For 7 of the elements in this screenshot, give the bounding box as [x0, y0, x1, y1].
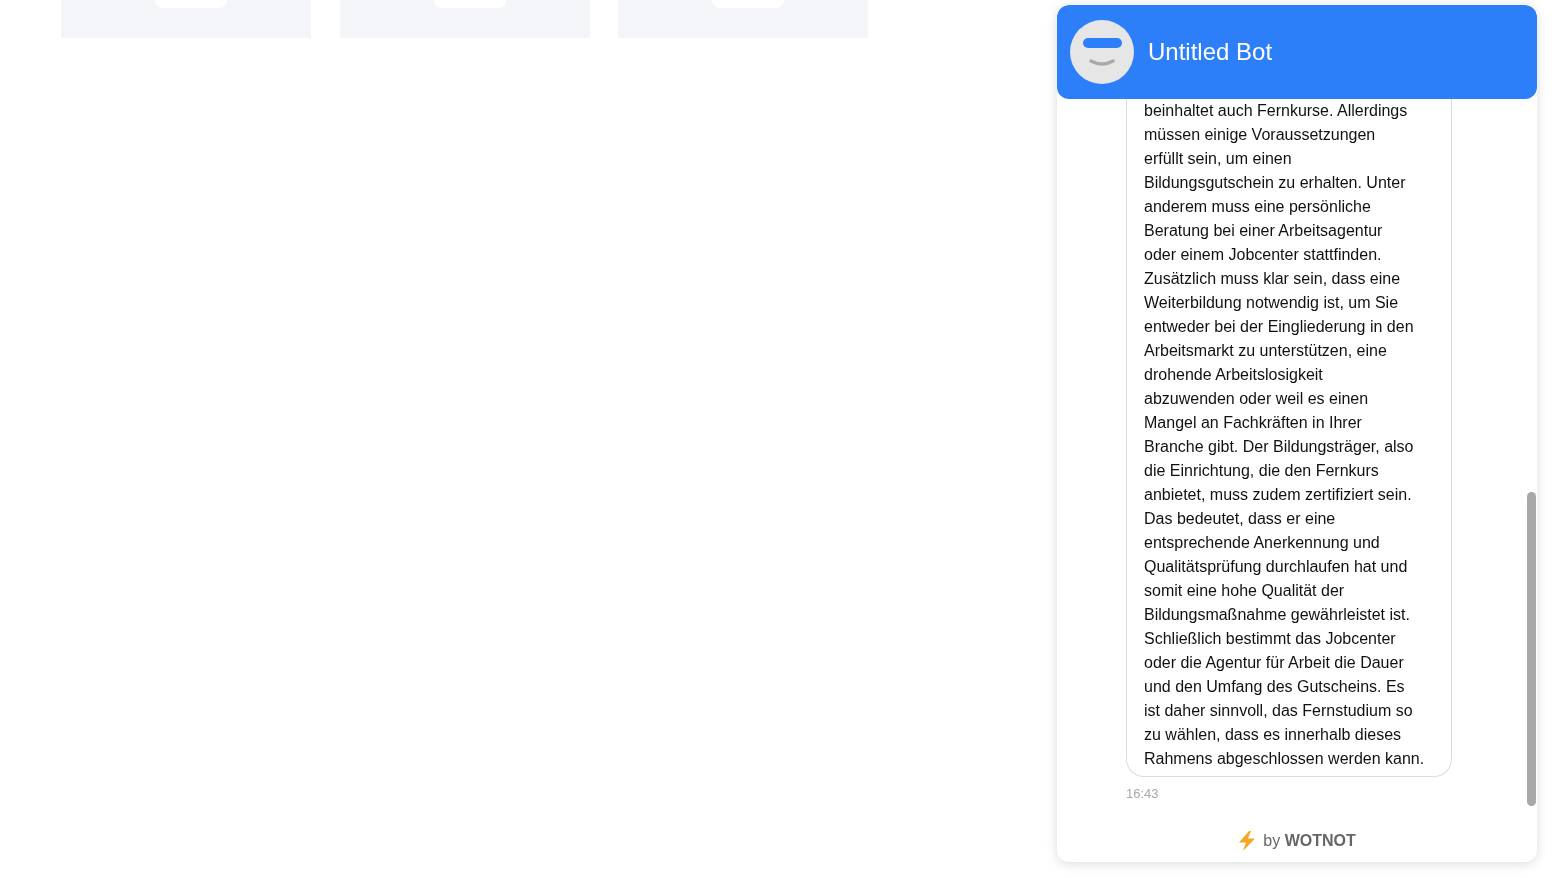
- scrollbar-thumb[interactable]: [1527, 492, 1536, 806]
- lightning-icon: [1238, 831, 1257, 851]
- message-time: 16:43: [1126, 786, 1159, 801]
- bot-avatar-icon: [1070, 20, 1134, 84]
- chat-title: Untitled Bot: [1148, 38, 1273, 66]
- message-text: beinhaltet auch Fernkurse. Allerdings müssen einige Voraussetzungen erfüllt sein, um einen Bildungsgutschein zu erhalten. Unter anderem muss eine persönliche Beratung bei einer Arbeitsagentur oder einem Jobcenter stattfinden. Zusätzlich muss klar sein, dass eine Weiterbildung notwendig ist, um Sie entweder bei der Eingliederung in den Arbeitsmarkt zu unterstützen, eine drohende Arbeitslosigkeit abzuwenden oder weil es einen Mangel an Fachkräften in Ihrer Branche gibt. Der Bildungsträger, also die Einrichtung, die den Fernkurs anbietet, muss zudem zertifiziert sein. Das bedeutet, dass er eine entsprechende Anerkennung und Qualitätsprüfung durchlaufen hat und somit eine hohe Qualität der Bildungsmaßnahme gewährleistet ist. Schließlich bestimmt das Jobcenter oder die Agentur für Arbeit die Dauer und den Umfang des Gutscheins. Es ist daher sinnvoll, das Fernstudium so zu wählen, dass es innerhalb dieses Rahmens abgeschlossen werden kann.: [1144, 101, 1426, 769]
- powered-by-link[interactable]: by WOTNOT: [1263, 832, 1356, 850]
